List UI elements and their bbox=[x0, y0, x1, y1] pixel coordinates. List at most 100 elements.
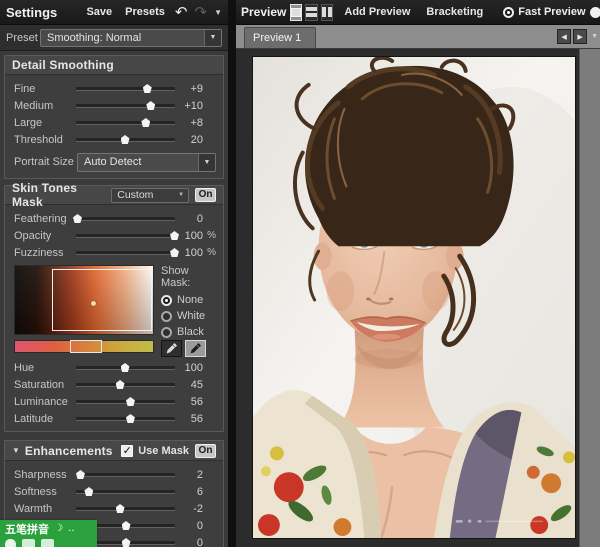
chevron-down-icon[interactable]: ▼ bbox=[204, 30, 221, 46]
enhancements-on-button[interactable]: On bbox=[195, 444, 216, 458]
ime-settings-icon[interactable] bbox=[41, 539, 54, 547]
latitude-slider[interactable] bbox=[76, 413, 175, 424]
ime-keyboard-icon[interactable] bbox=[22, 539, 35, 547]
softness-slider[interactable] bbox=[76, 486, 175, 497]
moon-icon[interactable]: ☽ bbox=[54, 524, 63, 534]
fuzziness-slider[interactable] bbox=[76, 247, 175, 258]
radio-icon[interactable] bbox=[161, 327, 172, 338]
portrait-size-dropdown[interactable]: Auto Detect ▼ bbox=[77, 153, 216, 172]
portrait-size-row: Portrait Size Auto Detect ▼ bbox=[5, 150, 223, 174]
luminance-slider[interactable] bbox=[76, 396, 175, 407]
slider-handle[interactable] bbox=[126, 397, 135, 406]
medium-slider[interactable] bbox=[76, 100, 175, 111]
show-mask-white-radio[interactable]: White bbox=[161, 308, 216, 324]
settings-menu-caret-icon[interactable]: ▼ bbox=[214, 8, 222, 17]
show-mask-black-radio[interactable]: Black bbox=[161, 324, 216, 340]
warmth-slider[interactable] bbox=[76, 503, 175, 514]
slider-label: Hue bbox=[14, 362, 76, 374]
slider-handle[interactable] bbox=[84, 487, 93, 496]
opacity-slider[interactable] bbox=[76, 230, 175, 241]
single-view-button[interactable] bbox=[290, 4, 302, 21]
saturation-slider[interactable] bbox=[76, 379, 175, 390]
chevron-down-icon[interactable]: ▼ bbox=[178, 192, 188, 198]
radio-icon[interactable] bbox=[503, 7, 514, 18]
preview-content bbox=[236, 49, 600, 547]
slider-label: Threshold bbox=[14, 134, 76, 146]
skin-tones-mask-section: Skin Tones Mask Custom ▼ On Feathering 0… bbox=[4, 185, 224, 432]
show-mask-none-radio[interactable]: None bbox=[161, 292, 216, 308]
portrait-size-value: Auto Detect bbox=[84, 156, 141, 168]
section-title: Detail Smoothing bbox=[12, 58, 114, 72]
show-mask-label: Show Mask: bbox=[161, 265, 216, 289]
bracketing-button[interactable]: Bracketing bbox=[426, 6, 483, 18]
color-selection-rect[interactable] bbox=[52, 269, 151, 332]
slider-label: Latitude bbox=[14, 413, 76, 425]
slider-handle[interactable] bbox=[121, 135, 130, 144]
ime-shape-icon[interactable] bbox=[5, 539, 16, 547]
prev-tab-button[interactable]: ◀ bbox=[557, 29, 571, 44]
feathering-slider[interactable] bbox=[76, 213, 175, 224]
next-tab-button[interactable]: ▶ bbox=[573, 29, 587, 44]
ime-mode-label[interactable]: 五笔拼音 bbox=[5, 521, 49, 537]
radio-label: None bbox=[177, 294, 203, 306]
vertical-split-icon bbox=[322, 7, 332, 17]
panel-divider bbox=[228, 0, 236, 547]
use-mask-checkbox[interactable]: ✓ bbox=[121, 445, 133, 457]
preset-label: Preset bbox=[6, 32, 40, 44]
slider-label: Softness bbox=[14, 486, 76, 498]
ime-toolbar[interactable]: 五笔拼音 ☽ ‥ bbox=[0, 520, 97, 547]
settings-title: Settings bbox=[6, 5, 57, 20]
split-vertical-view-button[interactable] bbox=[321, 4, 333, 21]
split-horizontal-view-button[interactable] bbox=[305, 4, 318, 21]
eyedropper-add-button[interactable] bbox=[185, 340, 206, 357]
portraiture-plugin-window: Settings Save Presets ↶ ↷ ▼ Preset Smoot… bbox=[0, 0, 600, 547]
punctuation-icon[interactable]: ‥ bbox=[68, 524, 75, 534]
chevron-down-icon[interactable]: ▼ bbox=[198, 154, 215, 171]
collapse-caret-icon[interactable]: ▼ bbox=[12, 446, 20, 455]
tab-list-caret-icon[interactable]: ▼ bbox=[591, 33, 598, 40]
add-preview-button[interactable]: Add Preview bbox=[344, 6, 410, 18]
slider-handle[interactable] bbox=[122, 521, 131, 530]
presets-button[interactable]: Presets bbox=[122, 4, 168, 20]
slider-handle[interactable] bbox=[76, 470, 85, 479]
radio-icon[interactable] bbox=[161, 311, 172, 322]
radio-icon[interactable] bbox=[590, 7, 600, 18]
preset-value: Smoothing: Normal bbox=[47, 32, 141, 44]
undo-icon[interactable]: ↶ bbox=[175, 5, 188, 20]
eyedropper-button[interactable] bbox=[161, 340, 182, 357]
settings-toolbar: Settings Save Presets ↶ ↷ ▼ bbox=[0, 0, 228, 25]
slider-handle[interactable] bbox=[122, 538, 131, 547]
fine-slider[interactable] bbox=[76, 83, 175, 94]
slider-value: 0 bbox=[175, 537, 203, 547]
slider-handle[interactable] bbox=[126, 414, 135, 423]
slider-handle[interactable] bbox=[143, 84, 152, 93]
feathering-slider-row: Feathering 0 bbox=[5, 210, 223, 227]
slider-label: Luminance bbox=[14, 396, 76, 408]
slider-handle[interactable] bbox=[141, 118, 150, 127]
slider-handle[interactable] bbox=[121, 363, 130, 372]
mask-preset-dropdown[interactable]: Custom ▼ bbox=[111, 188, 189, 203]
slider-unit: % bbox=[203, 230, 216, 241]
tab-preview-1[interactable]: Preview 1 bbox=[244, 27, 316, 48]
radio-label: Fast Preview bbox=[518, 6, 585, 18]
slider-label: Sharpness bbox=[14, 469, 76, 481]
slider-handle[interactable] bbox=[146, 101, 155, 110]
hue-strip[interactable] bbox=[14, 340, 154, 353]
slider-handle[interactable] bbox=[116, 504, 125, 513]
fast-preview-radio[interactable]: Fast Preview bbox=[503, 6, 585, 18]
save-button[interactable]: Save bbox=[83, 4, 115, 20]
threshold-slider[interactable] bbox=[76, 134, 175, 145]
hue-selection-rect[interactable] bbox=[70, 340, 102, 353]
mask-preset-value: Custom bbox=[117, 189, 153, 201]
accurate-radio[interactable]: Accurate bbox=[590, 6, 600, 18]
slider-handle[interactable] bbox=[116, 380, 125, 389]
color-gradient-box[interactable] bbox=[14, 265, 154, 335]
hue-slider[interactable] bbox=[76, 362, 175, 373]
radio-icon[interactable] bbox=[161, 295, 172, 306]
eyedropper-add-icon bbox=[189, 342, 202, 355]
portrait-photo[interactable] bbox=[252, 56, 576, 539]
sharpness-slider[interactable] bbox=[76, 469, 175, 480]
preset-dropdown[interactable]: Smoothing: Normal ▼ bbox=[40, 29, 222, 47]
mask-on-button[interactable]: On bbox=[195, 188, 216, 202]
large-slider[interactable] bbox=[76, 117, 175, 128]
